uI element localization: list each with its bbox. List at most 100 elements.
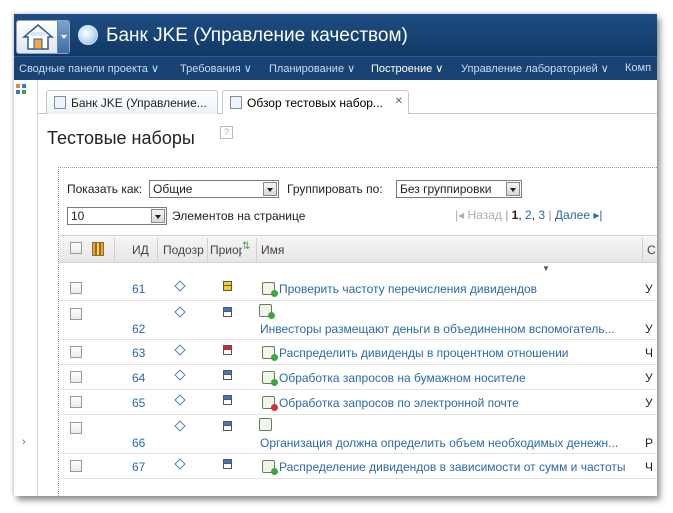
tab-label: Банк JKE (Управление... xyxy=(71,96,207,110)
test-suite-icon xyxy=(262,282,278,297)
suspect-diamond-icon xyxy=(174,420,186,432)
sort-indicator-row: ▼ xyxy=(59,263,657,275)
column-name[interactable]: Имя xyxy=(261,243,284,257)
row-id-link[interactable]: 66 xyxy=(132,436,145,450)
test-suite-name-link[interactable]: Обработка запросов по электронной почте xyxy=(279,396,639,410)
row-checkbox[interactable] xyxy=(70,422,82,434)
row-checkbox[interactable] xyxy=(70,371,82,383)
row-owner-cell: У xyxy=(645,371,653,385)
group-by-label: Группировать по: xyxy=(287,182,383,196)
tab-project-home[interactable]: Банк JKE (Управление... xyxy=(46,90,218,114)
title-bar: Банк JKE (Управление качеством) xyxy=(14,14,657,56)
table-row[interactable]: 65 Обработка запросов по электронной почт… xyxy=(59,390,657,415)
row-id-link[interactable]: 62 xyxy=(132,322,145,336)
tab-test-suites-overview[interactable]: Обзор тестовых набор... ✕ xyxy=(222,90,409,115)
expand-sidebar-icon[interactable]: › xyxy=(22,436,26,448)
next-page-link[interactable]: Далее xyxy=(555,208,590,222)
app-title: Банк JKE (Управление качеством) xyxy=(106,25,408,46)
nav-item-build[interactable]: Построение ∨ xyxy=(371,62,443,75)
suspect-diamond-icon xyxy=(174,369,186,381)
tab-label: Обзор тестовых набор... xyxy=(247,96,383,110)
table-row[interactable]: 67 Распределение дивидендов в зависимости… xyxy=(59,454,657,479)
group-by-select[interactable]: Без группировки xyxy=(396,180,522,198)
suspect-diamond-icon xyxy=(174,344,186,356)
row-owner-cell: Ч xyxy=(645,460,653,474)
priority-sort-icon[interactable]: ⇅ xyxy=(242,241,250,252)
row-owner-cell: У xyxy=(645,322,653,336)
table-row[interactable]: 62 Инвесторы размещают деньги в объединен… xyxy=(59,301,657,340)
sort-descending-icon: ▼ xyxy=(542,264,550,273)
priority-red-icon xyxy=(223,345,232,356)
column-id[interactable]: ИД xyxy=(132,243,149,257)
priority-blue-icon xyxy=(223,459,232,470)
row-checkbox[interactable] xyxy=(70,396,82,408)
test-suite-icon xyxy=(262,346,278,361)
last-page-icon[interactable]: ▸| xyxy=(593,208,602,222)
table-row[interactable]: 64 Обработка запросов на бумажном носител… xyxy=(59,365,657,390)
column-owner[interactable]: С xyxy=(647,243,656,257)
home-icon xyxy=(21,24,55,50)
column-chooser-icon[interactable] xyxy=(92,242,104,256)
nav-item-lab-management[interactable]: Управление лабораторией ∨ xyxy=(461,62,609,75)
priority-blue-icon xyxy=(223,370,232,381)
chevron-down-icon xyxy=(151,209,165,223)
nav-item-dashboards[interactable]: Сводные панели проекта ∨ xyxy=(19,62,159,75)
table-header: ИД Подозр Приор ⇅ Имя С xyxy=(59,235,657,263)
test-suite-icon xyxy=(259,418,272,431)
help-icon[interactable]: ? xyxy=(220,126,233,139)
suspect-diamond-icon xyxy=(174,458,186,470)
row-id-link[interactable]: 61 xyxy=(132,282,145,296)
show-as-label: Показать как: xyxy=(67,182,143,196)
row-owner-cell: У xyxy=(645,396,653,410)
row-id-link[interactable]: 65 xyxy=(132,396,145,410)
row-id-link[interactable]: 64 xyxy=(132,371,145,385)
test-suite-name-link[interactable]: Распределение дивидендов в зависимости о… xyxy=(279,460,639,474)
current-page: 1 xyxy=(511,208,519,222)
show-as-select[interactable]: Общие xyxy=(149,180,279,198)
priority-blue-icon xyxy=(223,307,232,318)
nav-item-requirements[interactable]: Требования ∨ xyxy=(180,62,252,75)
nav-item-planning[interactable]: Планирование ∨ xyxy=(269,62,355,75)
project-icon xyxy=(54,96,66,109)
home-dropdown-arrow[interactable] xyxy=(57,21,69,53)
test-suite-name-link[interactable]: Распределить дивиденды в процентном отно… xyxy=(279,346,639,360)
home-button[interactable] xyxy=(16,20,70,54)
row-owner-cell: У xyxy=(645,282,653,296)
row-checkbox[interactable] xyxy=(70,282,82,294)
row-checkbox[interactable] xyxy=(70,460,82,472)
row-checkbox[interactable] xyxy=(70,346,82,358)
items-per-page-select[interactable]: 10 xyxy=(67,207,167,225)
application-window: Банк JKE (Управление качеством) Сводные … xyxy=(14,14,657,496)
page-link-3[interactable]: 3 xyxy=(538,208,545,222)
row-id-link[interactable]: 67 xyxy=(132,460,145,474)
column-priority[interactable]: Приор xyxy=(210,243,242,257)
row-checkbox[interactable] xyxy=(70,308,82,320)
row-owner-cell: Ч xyxy=(645,346,653,360)
table-row[interactable]: 66 Организация должна определить объем не… xyxy=(59,415,657,454)
column-suspect[interactable]: Подозр xyxy=(163,243,207,257)
row-id-link[interactable]: 63 xyxy=(132,346,145,360)
test-suite-name-link[interactable]: Организация должна определить объем необ… xyxy=(260,436,638,450)
row-owner-cell: Р xyxy=(645,436,654,450)
priority-blue-icon xyxy=(223,421,232,432)
table-row[interactable]: 61 Проверить частоту перечисления дивиден… xyxy=(59,276,657,301)
sidebar-toggle-icon[interactable] xyxy=(16,84,27,95)
first-page-icon: |◂ xyxy=(455,208,465,222)
table-row[interactable]: 63 Распределить дивиденды в процентном от… xyxy=(59,340,657,365)
chevron-down-icon xyxy=(263,182,277,196)
suspect-diamond-icon xyxy=(174,394,186,406)
main-navigation: Сводные панели проекта ∨ Требования ∨ Пл… xyxy=(14,56,657,80)
select-all-checkbox[interactable] xyxy=(70,242,82,254)
nav-item-components[interactable]: Комп xyxy=(625,62,651,74)
suspect-diamond-icon xyxy=(174,280,186,292)
test-suite-name-link[interactable]: Инвесторы размещают деньги в объединенно… xyxy=(260,322,638,336)
page-link-2[interactable]: 2 xyxy=(525,208,532,222)
test-suite-name-link[interactable]: Проверить частоту перечисления дивидендо… xyxy=(279,282,639,296)
close-tab-icon[interactable]: ✕ xyxy=(395,96,403,107)
test-suite-icon xyxy=(259,304,275,319)
test-suite-name-link[interactable]: Обработка запросов на бумажном носителе xyxy=(279,371,639,385)
document-icon xyxy=(230,96,242,109)
test-suite-icon xyxy=(262,460,278,475)
suspect-diamond-icon xyxy=(174,306,186,318)
priority-blue-icon xyxy=(223,395,232,406)
